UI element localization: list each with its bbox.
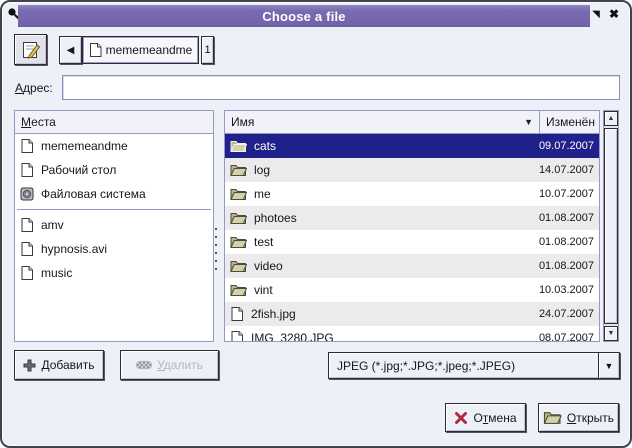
cancel-x-icon: [454, 411, 468, 425]
column-header-name[interactable]: Имя ▼: [225, 111, 540, 133]
chevron-down-icon: ▼: [598, 353, 619, 378]
open-button[interactable]: Открыть: [538, 403, 619, 432]
places-separator: [17, 209, 211, 210]
place-label: hypnosis.avi: [41, 242, 107, 256]
table-row[interactable]: 2fish.jpg 24.07.2007: [225, 302, 599, 326]
list-header: Имя ▼ Изменён: [225, 111, 599, 134]
path-bar: ◀ mememeandme 1: [59, 36, 214, 64]
place-item-hypnosis[interactable]: hypnosis.avi: [15, 237, 213, 261]
scroll-down-icon[interactable]: ▼: [604, 326, 618, 341]
place-item-music[interactable]: music: [15, 261, 213, 285]
path-back-button[interactable]: ◀: [59, 36, 82, 64]
table-row[interactable]: photoes 01.08.2007: [225, 206, 599, 230]
shade-window-icon[interactable]: ◥: [588, 6, 604, 22]
file-icon: [20, 138, 34, 154]
file-list-panel: Имя ▼ Изменён cats 09.07.2007 log 14.07.…: [224, 110, 600, 342]
place-label: music: [41, 266, 72, 280]
place-item-amv[interactable]: amv: [15, 213, 213, 237]
place-label: mememeandme: [41, 139, 128, 153]
places-panel: Места mememeandme Рабочий стол Файловая …: [14, 110, 214, 342]
place-label: Файловая система: [41, 187, 146, 201]
file-icon: [20, 162, 34, 178]
table-row[interactable]: log 14.07.2007: [225, 158, 599, 182]
remove-place-button[interactable]: Удалить: [120, 350, 219, 380]
open-folder-icon: [543, 410, 562, 425]
close-window-icon[interactable]: ✖: [606, 6, 622, 22]
column-header-modified[interactable]: Изменён: [540, 111, 599, 133]
file-type-filter-dropdown[interactable]: JPEG (*.jpg;*.JPG;*.jpeg;*.JPEG) ▼: [328, 352, 620, 379]
file-icon: [20, 217, 34, 233]
place-item-home[interactable]: mememeandme: [15, 134, 213, 158]
address-input[interactable]: [62, 75, 620, 100]
type-location-button[interactable]: [14, 34, 47, 65]
window-title: Choose a file: [262, 9, 346, 24]
table-row[interactable]: me 10.07.2007: [225, 182, 599, 206]
folder-icon: [230, 283, 247, 297]
scrollbar-thumb[interactable]: [604, 128, 618, 324]
table-row[interactable]: vint 10.03.2007: [225, 278, 599, 302]
table-row[interactable]: test 01.08.2007: [225, 230, 599, 254]
file-icon: [20, 265, 34, 281]
places-header: Места: [15, 111, 213, 134]
file-icon: [230, 330, 244, 342]
place-item-filesystem[interactable]: Файловая система: [15, 182, 213, 206]
place-label: amv: [41, 218, 64, 232]
path-extra-button[interactable]: 1: [201, 36, 214, 64]
file-icon: [230, 306, 244, 322]
sort-descending-icon: ▼: [524, 117, 533, 127]
place-item-desktop[interactable]: Рабочий стол: [15, 158, 213, 182]
place-label: Рабочий стол: [41, 163, 116, 177]
file-icon: [89, 42, 102, 58]
folder-icon: [230, 235, 247, 249]
folder-icon: [230, 259, 247, 273]
plus-icon: [23, 359, 36, 372]
titlebar[interactable]: Choose a file: [18, 5, 590, 27]
add-place-button[interactable]: Добавить: [14, 350, 104, 380]
folder-icon: [230, 187, 247, 201]
folder-icon: [230, 163, 247, 177]
file-icon: [20, 241, 34, 257]
folder-icon: [230, 211, 247, 225]
table-row[interactable]: cats 09.07.2007: [225, 134, 599, 158]
minus-icon: [136, 361, 152, 369]
address-label: Адрес:: [15, 81, 53, 95]
cancel-button[interactable]: Отмена: [445, 403, 526, 432]
file-list-scrollbar[interactable]: ▲ ▼: [603, 110, 619, 342]
scroll-up-icon[interactable]: ▲: [604, 111, 618, 126]
file-chooser-dialog: Choose a file ◥ ✖ ◀ mememeandme 1 Адрес:…: [0, 0, 632, 448]
drive-icon: [20, 187, 34, 201]
pane-resize-grip[interactable]: [214, 224, 218, 272]
filter-selected-value: JPEG (*.jpg;*.JPG;*.jpeg;*.JPEG): [329, 359, 598, 373]
table-row[interactable]: IMG_3280.JPG 08.07.2007: [225, 326, 599, 342]
edit-location-icon: [21, 40, 41, 60]
path-current-folder-button[interactable]: mememeandme: [82, 36, 199, 64]
path-current-label: mememeandme: [106, 43, 193, 57]
file-rows: cats 09.07.2007 log 14.07.2007 me 10.07.…: [225, 134, 599, 342]
folder-icon: [230, 139, 247, 153]
table-row[interactable]: video 01.08.2007: [225, 254, 599, 278]
